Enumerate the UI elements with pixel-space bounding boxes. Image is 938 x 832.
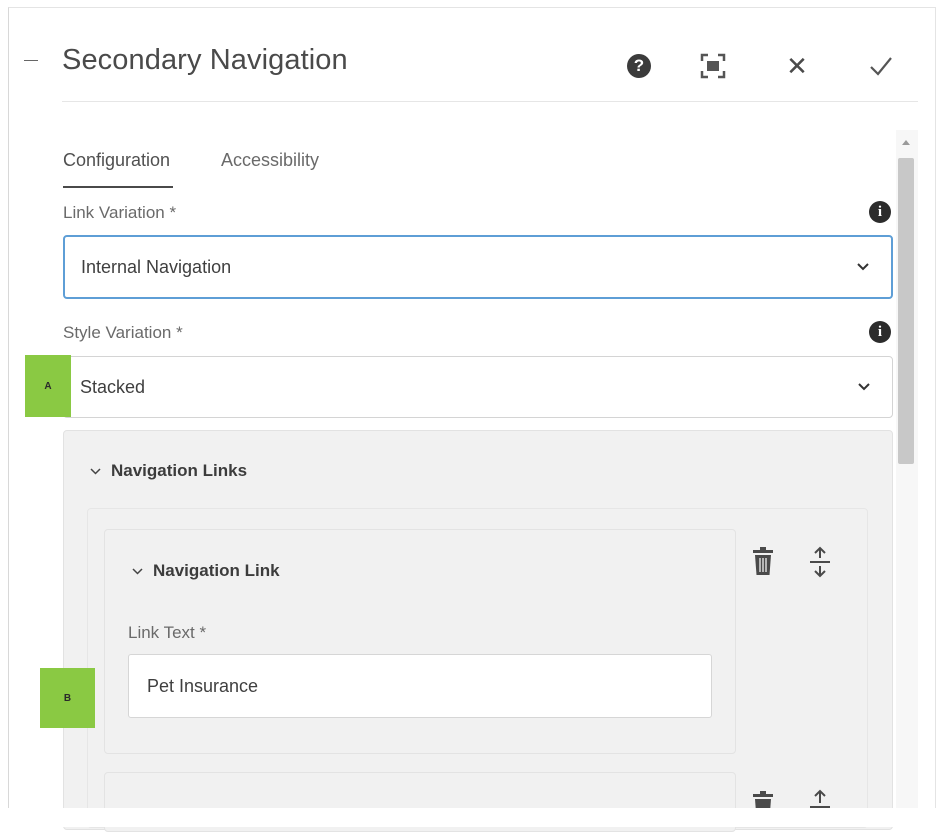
dialog-title: Secondary Navigation <box>62 44 348 76</box>
link-text-label: Link Text * <box>128 623 207 642</box>
help-button[interactable]: ? <box>624 51 654 81</box>
link-text-value: Pet Insurance <box>147 675 259 696</box>
info-icon[interactable]: i <box>869 201 891 223</box>
navigation-link-title: Navigation Link <box>153 561 280 580</box>
fullscreen-button[interactable] <box>698 51 728 81</box>
navigation-links-header[interactable]: Navigation Links <box>90 461 247 481</box>
done-button[interactable] <box>866 51 896 81</box>
link-variation-select[interactable]: Internal Navigation <box>63 235 893 299</box>
annotation-marker-b: B <box>40 668 95 728</box>
header-divider <box>62 101 918 102</box>
annotation-marker-a: A <box>25 355 71 417</box>
tab-accessibility[interactable]: Accessibility <box>221 150 319 171</box>
checkmark-icon <box>870 57 892 76</box>
help-icon: ? <box>627 54 651 78</box>
reorder-button[interactable] <box>806 545 834 579</box>
chevron-down-icon <box>857 263 869 271</box>
navigation-links-title: Navigation Links <box>111 461 248 480</box>
scrollbar-thumb[interactable] <box>898 158 914 464</box>
style-variation-label: Style Variation * <box>63 323 183 342</box>
move-icon <box>810 546 830 578</box>
chevron-down-icon <box>132 567 143 575</box>
navigation-link-header[interactable]: Navigation Link <box>132 561 280 581</box>
close-icon: ✕ <box>786 50 808 81</box>
style-variation-select[interactable]: Stacked <box>63 356 893 418</box>
chevron-down-icon <box>858 383 870 391</box>
style-variation-value: Stacked <box>80 376 146 397</box>
link-text-input[interactable]: Pet Insurance <box>128 654 712 718</box>
active-tab-indicator <box>63 186 173 188</box>
scroll-up-arrow-icon[interactable] <box>902 140 910 145</box>
delete-button[interactable] <box>749 544 777 578</box>
minus-icon[interactable] <box>24 60 38 61</box>
close-button[interactable]: ✕ <box>782 51 812 81</box>
trash-icon <box>753 547 773 575</box>
link-variation-value: Internal Navigation <box>81 256 232 277</box>
link-variation-label: Link Variation * <box>63 203 177 222</box>
chevron-down-icon <box>90 467 101 475</box>
frame-bottom-edge <box>0 808 938 827</box>
info-icon[interactable]: i <box>869 321 891 343</box>
fullscreen-icon <box>700 53 726 79</box>
tab-configuration[interactable]: Configuration <box>63 150 170 171</box>
